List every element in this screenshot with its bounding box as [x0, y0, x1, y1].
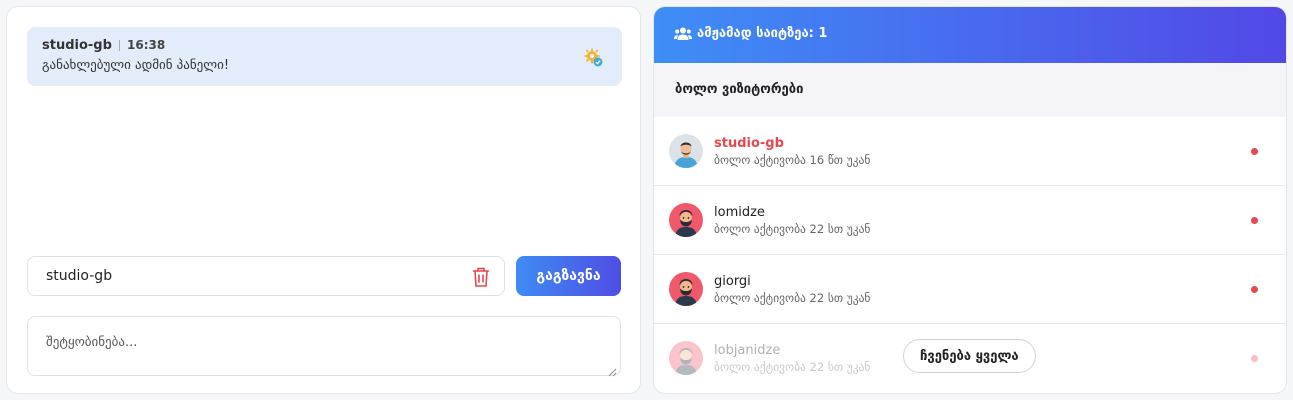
message-input[interactable] — [27, 316, 621, 376]
resize-handle-icon[interactable] — [607, 362, 617, 377]
avatar — [669, 341, 703, 375]
message-time: 16:38 — [127, 38, 166, 52]
message-text: განახლებული ადმინ პანელი! — [42, 58, 230, 73]
online-header: ამჟამად საიტზეა: 1 — [654, 7, 1286, 63]
visitor-name[interactable]: lomidze — [714, 205, 765, 220]
avatar — [669, 134, 703, 168]
divider — [119, 40, 120, 51]
status-dot — [1251, 148, 1258, 155]
status-dot — [1251, 286, 1258, 293]
visitor-row[interactable]: lomidze ბოლო აქტივობა 22 სთ უკან — [654, 186, 1286, 255]
chat-panel: studio-gb 16:38 განახლებული ადმინ პანელი… — [6, 6, 641, 394]
name-field[interactable]: studio-gb — [27, 256, 505, 296]
online-visitors-panel: ამჟამად საიტზეა: 1 ბოლო ვიზიტორები studi… — [653, 6, 1287, 394]
visitor-last-activity: ბოლო აქტივობა 22 სთ უკან — [714, 222, 871, 236]
gear-check-icon — [584, 48, 604, 68]
visitor-last-activity: ბოლო აქტივობა 22 სთ უკან — [714, 360, 871, 374]
chat-message: studio-gb 16:38 განახლებული ადმინ პანელი… — [27, 27, 622, 86]
recent-visitors-header: ბოლო ვიზიტორები — [654, 63, 1286, 117]
name-value[interactable]: studio-gb — [46, 268, 112, 284]
visitor-name[interactable]: studio-gb — [714, 136, 784, 151]
online-count-title: ამჟამად საიტზეა: 1 — [697, 26, 828, 41]
trash-icon[interactable] — [472, 266, 490, 288]
visitor-row[interactable]: lobjanidze ბოლო აქტივობა 22 სთ უკან ჩვენ… — [654, 324, 1286, 393]
status-dot — [1251, 217, 1258, 224]
send-button[interactable]: გაგზავნა — [516, 256, 621, 296]
visitor-last-activity: ბოლო აქტივობა 16 წთ უკან — [714, 153, 871, 167]
users-icon — [674, 26, 692, 42]
show-all-button[interactable]: ჩვენება ყველა — [903, 339, 1036, 373]
visitor-name[interactable]: giorgi — [714, 274, 751, 289]
visitor-last-activity: ბოლო აქტივობა 22 სთ უკან — [714, 291, 871, 305]
avatar — [669, 272, 703, 306]
status-dot — [1251, 355, 1258, 362]
visitor-row[interactable]: giorgi ბოლო აქტივობა 22 სთ უკან — [654, 255, 1286, 324]
visitor-name[interactable]: lobjanidze — [714, 343, 780, 358]
message-author[interactable]: studio-gb — [42, 38, 112, 53]
avatar — [669, 203, 703, 237]
recent-visitors-title: ბოლო ვიზიტორები — [675, 82, 804, 97]
visitor-row[interactable]: studio-gb ბოლო აქტივობა 16 წთ უკან — [654, 117, 1286, 186]
